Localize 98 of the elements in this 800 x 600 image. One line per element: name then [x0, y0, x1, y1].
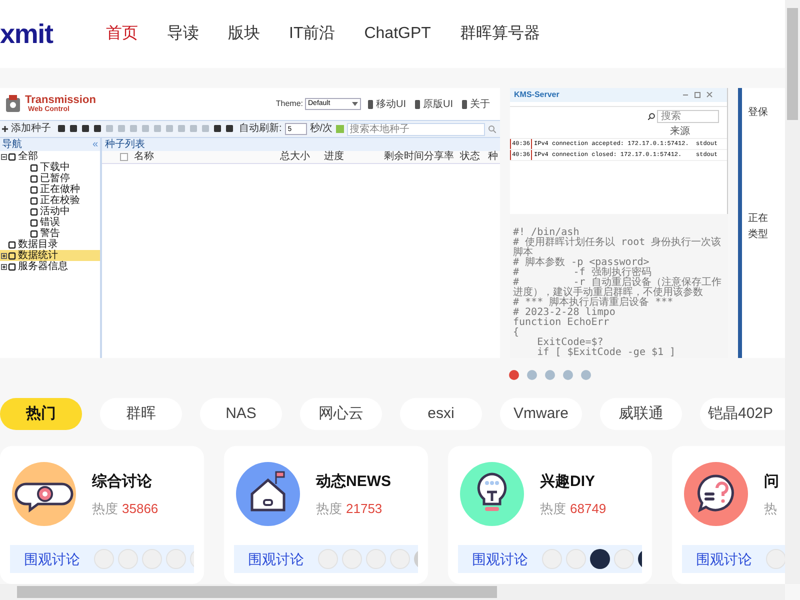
heat-label: 热度	[540, 500, 566, 518]
item-icon	[8, 152, 16, 160]
card-title: 兴趣DIY	[540, 472, 596, 492]
horizontal-scrollbar[interactable]	[0, 584, 785, 600]
code-line: ExitCode=$?	[536, 338, 604, 348]
discussion-link[interactable]: 围观讨论	[696, 548, 752, 570]
dropdown-icon	[352, 102, 358, 106]
tree-item[interactable]: 正在校验	[0, 195, 100, 206]
category-tab[interactable]: 网心云	[300, 398, 382, 430]
panel-title: 导航	[2, 140, 22, 150]
nav-link[interactable]: ChatGPT	[364, 22, 431, 46]
header-link[interactable]: 关于	[470, 96, 490, 112]
vertical-scrollbar[interactable]	[785, 0, 800, 584]
code-line: # 2023-2-28 limpo	[513, 308, 616, 318]
column-header[interactable]: 种	[488, 152, 500, 162]
site-logo[interactable]: xmit	[0, 20, 92, 48]
forum-card[interactable]: 问 热 围观讨论	[672, 446, 785, 584]
heat-label: 热	[764, 500, 777, 518]
tree-item[interactable]: 正在做种	[0, 184, 100, 195]
code-line: # 脚本参数 -p <password>	[513, 258, 650, 268]
heat-label: 热度	[316, 500, 342, 518]
code-line: if [ $ExitCode -ge $1 ]	[536, 348, 677, 358]
column-header[interactable]: 分享率	[424, 152, 460, 162]
gear-bubble-icon	[12, 462, 76, 526]
tree-item[interactable]: 数据目录	[0, 239, 100, 250]
heat-value: 68749	[570, 500, 606, 518]
tree-item[interactable]: 下载中	[0, 162, 100, 173]
category-tab[interactable]: 铠晶402P	[700, 398, 785, 430]
forum-card[interactable]: 综合讨论 热度 35866 围观讨论	[0, 446, 204, 584]
checkbox-icon	[336, 125, 344, 133]
window-controls-icon	[683, 92, 713, 98]
column-header[interactable]: 总大小	[280, 152, 324, 162]
app-title: Transmission	[25, 95, 96, 106]
heat-value: 21753	[346, 500, 382, 518]
nav-link[interactable]: 导读	[167, 22, 199, 46]
search-field[interactable]: 搜索本地种子	[346, 122, 485, 136]
category-tab[interactable]: NAS	[200, 398, 282, 430]
theme-label: Theme:	[276, 98, 303, 110]
nav-link[interactable]: 版块	[228, 22, 260, 46]
category-tab[interactable]: Vmware	[500, 398, 582, 430]
forum-card[interactable]: 动态NEWS 热度 21753 围观讨论	[224, 446, 428, 584]
nav-link[interactable]: 首页	[106, 22, 138, 46]
column-header[interactable]: 状态	[460, 152, 488, 162]
header-link[interactable]: 移动UI	[376, 96, 406, 112]
nav-link[interactable]: 群晖算号器	[460, 22, 540, 46]
refresh-label: 自动刷新:	[239, 124, 282, 134]
code-line: # -f 强制执行密码	[513, 268, 652, 278]
column-header[interactable]: 来源	[670, 127, 690, 137]
plus-icon	[2, 126, 8, 132]
link-icon	[414, 100, 421, 108]
search-icon	[488, 125, 496, 133]
discussion-link[interactable]: 围观讨论	[24, 548, 80, 570]
tree-item[interactable]: 全部	[0, 151, 100, 162]
link-icon	[461, 100, 468, 108]
panel-label: 正在	[748, 214, 769, 224]
code-line: # -r 自动重启设备（注意保存工作进度），建议手动重启群晖，不使用该参数	[513, 278, 722, 298]
panel-title: 种子列表	[105, 140, 145, 150]
tree-item[interactable]: 已暂停	[0, 173, 100, 184]
column-header[interactable]: 名称	[134, 152, 280, 162]
code-line: {	[513, 328, 520, 338]
tree-item[interactable]: 错误	[0, 217, 100, 228]
code-line: function EchoErr	[513, 318, 610, 328]
house-icon	[236, 462, 300, 526]
header-link[interactable]: 原版UI	[423, 96, 453, 112]
code-line: #! /bin/ash	[513, 228, 580, 238]
code-line: # *** 脚本执行后请重启设备 ***	[513, 298, 674, 308]
tree-item[interactable]: 服务器信息	[0, 261, 100, 272]
tree-item[interactable]: 活动中	[0, 206, 100, 217]
category-tab[interactable]: esxi	[400, 398, 482, 430]
add-torrent-button[interactable]: 添加种子	[11, 124, 51, 134]
panel-label: 登保	[748, 108, 769, 118]
lightbulb-icon	[460, 462, 524, 526]
category-tab[interactable]: 群晖	[100, 398, 182, 430]
heat-value: 35866	[122, 500, 158, 518]
category-tab[interactable]: 热门	[0, 398, 82, 430]
forum-card[interactable]: 兴趣DIY 热度 68749 围观讨论	[448, 446, 652, 584]
category-tab[interactable]: 威联通	[600, 398, 682, 430]
code-line: # 使用群晖计划任务以 root 身份执行一次该脚本	[513, 238, 722, 258]
question-bubble-icon	[684, 462, 748, 526]
link-icon	[367, 100, 374, 108]
panel-label: 类型	[748, 230, 769, 240]
search-icon	[648, 113, 655, 120]
discussion-link[interactable]: 围观讨论	[472, 548, 528, 570]
user-avatar[interactable]	[590, 549, 610, 569]
search-field[interactable]: 搜索	[657, 110, 719, 123]
discussion-link[interactable]: 围观讨论	[248, 548, 304, 570]
card-title: 综合讨论	[92, 472, 153, 492]
tree-item[interactable]: 警告	[0, 228, 100, 239]
heat-label: 热度	[92, 500, 118, 518]
tree-item[interactable]: 数据统计	[0, 250, 100, 261]
refresh-unit: 秒/次	[310, 124, 333, 134]
card-title: 动态NEWS	[316, 472, 391, 492]
column-header[interactable]: 剩余时间	[384, 152, 424, 162]
app-logo-icon	[4, 94, 22, 114]
card-title: 问	[764, 472, 779, 492]
column-header[interactable]: 进度	[324, 152, 384, 162]
nav-link[interactable]: IT前沿	[289, 22, 336, 46]
window-title: KMS-Server	[514, 91, 560, 99]
